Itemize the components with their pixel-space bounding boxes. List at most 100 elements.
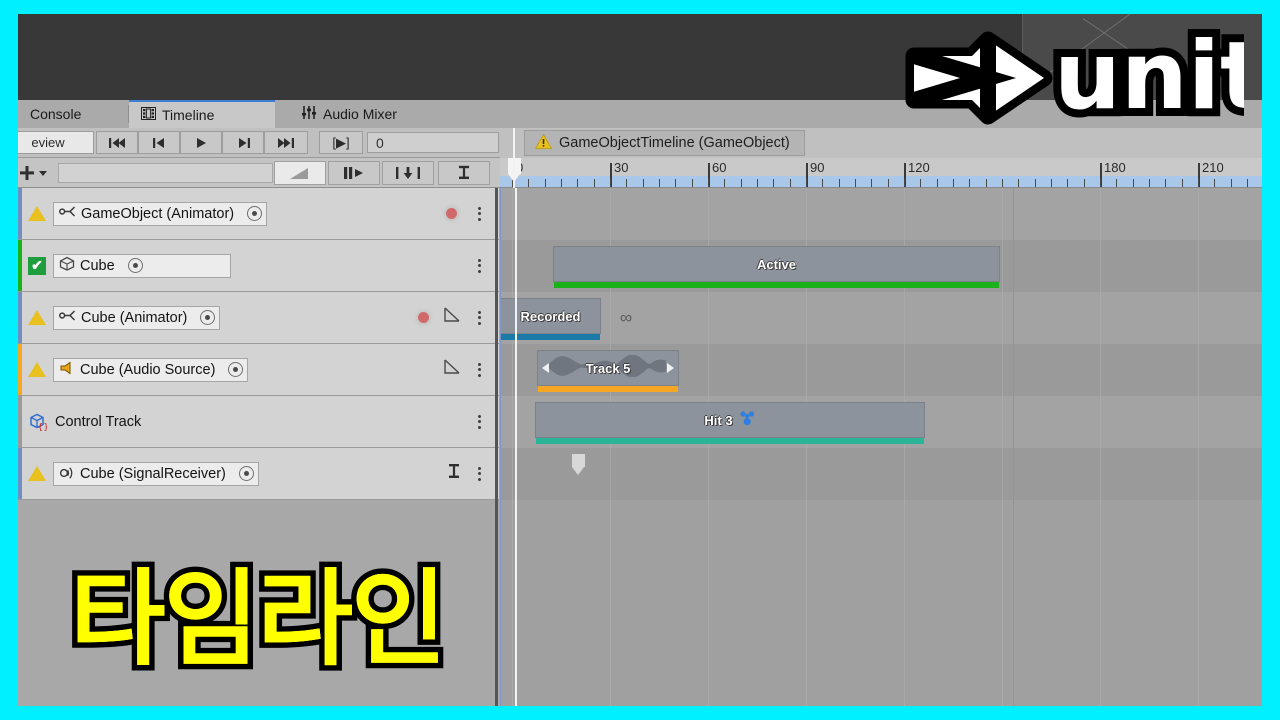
- curves-toggle-button[interactable]: [274, 161, 326, 185]
- cube-icon: [59, 256, 75, 275]
- track-search-input[interactable]: [58, 163, 273, 183]
- unity-editor-window: Console Timeline Audio Mixer eview [▶] 0…: [18, 14, 1262, 706]
- track-name-field[interactable]: GameObject (Animator): [53, 201, 268, 226]
- record-button[interactable]: [442, 204, 461, 223]
- target-object-picker[interactable]: [247, 206, 263, 221]
- tab-console-label: Console: [30, 106, 82, 122]
- add-track-button[interactable]: [18, 161, 58, 185]
- previous-frame-button[interactable]: [138, 131, 180, 154]
- ruler-minor-tick: [838, 179, 840, 187]
- track-header-row[interactable]: Cube (SignalReceiver): [18, 448, 499, 500]
- ruler-minor-tick: [887, 179, 889, 187]
- target-object-picker[interactable]: [238, 466, 254, 481]
- next-frame-button[interactable]: [222, 131, 264, 154]
- ruler-minor-tick: [757, 179, 758, 187]
- checkbox-checked-icon[interactable]: ✔: [28, 256, 46, 275]
- ruler-minor-tick: [1067, 179, 1069, 187]
- breadcrumb[interactable]: GameObjectTimeline (GameObject): [524, 130, 805, 156]
- clip-underline-bar: [554, 282, 999, 288]
- record-button[interactable]: [414, 308, 433, 327]
- tab-timeline[interactable]: Timeline: [129, 100, 275, 128]
- go-to-end-button[interactable]: [264, 131, 308, 154]
- ruler-tick-label: 30: [614, 160, 629, 175]
- ruler-minor-tick: [1116, 179, 1118, 187]
- track-options-menu[interactable]: [471, 258, 487, 273]
- track-accent-bar: [18, 240, 22, 291]
- track-header-row[interactable]: ✔ Cube: [18, 240, 499, 292]
- ruler-minor-tick: [577, 179, 579, 187]
- ruler-minor-tick: [1002, 179, 1003, 187]
- lock-pin-button[interactable]: [438, 161, 490, 185]
- track-name-field[interactable]: Cube (Animator): [53, 305, 221, 330]
- timeline-clip[interactable]: Track 5: [537, 350, 679, 392]
- ruler-minor-tick: [642, 179, 644, 187]
- target-object-picker[interactable]: [200, 310, 216, 325]
- ruler-minor-tick: [626, 179, 628, 187]
- track-name-field[interactable]: Cube (Audio Source): [53, 357, 249, 382]
- tab-audio-mixer-label: Audio Mixer: [323, 106, 397, 122]
- track-row-controls: [414, 307, 499, 328]
- track-options-menu[interactable]: [471, 414, 487, 429]
- track-accent-bar: [18, 448, 22, 499]
- timeline-ruler[interactable]: 0306090120180210: [500, 158, 1262, 188]
- target-object-picker[interactable]: [127, 258, 143, 273]
- curves-icon[interactable]: [443, 307, 461, 328]
- unity-logo: unity: [884, 14, 1262, 153]
- warning-triangle-icon: [28, 310, 46, 325]
- ruler-tick-label: 210: [1202, 160, 1224, 175]
- ruler-minor-tick: [855, 179, 856, 187]
- tab-audio-mixer[interactable]: Audio Mixer: [289, 100, 439, 128]
- ruler-minor-tick: [1230, 179, 1232, 187]
- track-options-menu[interactable]: [471, 310, 487, 325]
- preview-button[interactable]: eview: [18, 131, 94, 154]
- ruler-tick-label: 180: [1104, 160, 1126, 175]
- clip-loop-left-arrow[interactable]: [542, 363, 549, 373]
- animator-icon: [59, 308, 76, 327]
- timeline-lane[interactable]: [500, 448, 1262, 500]
- ruler-minor-tick: [561, 179, 562, 187]
- ruler-minor-tick: [969, 179, 971, 187]
- warning-triangle-icon: [534, 133, 553, 153]
- ruler-minor-tick: [1149, 179, 1150, 187]
- panel-white-separator: [515, 188, 517, 706]
- track-header-row[interactable]: {} Control Track: [18, 396, 499, 448]
- track-name-field[interactable]: Cube (SignalReceiver): [53, 461, 259, 486]
- clip-loop-right-arrow[interactable]: [667, 363, 674, 373]
- frame-input[interactable]: 0: [367, 132, 499, 153]
- track-options-menu[interactable]: [471, 206, 487, 221]
- timeline-gridline: [512, 188, 513, 706]
- track-name-field[interactable]: Cube: [53, 253, 231, 278]
- timeline-clip[interactable]: Active: [553, 246, 1000, 288]
- track-options-menu[interactable]: [471, 362, 487, 377]
- playhead-line-secondary: [500, 188, 501, 706]
- track-header-row[interactable]: GameObject (Animator): [18, 188, 499, 240]
- timeline-lane[interactable]: [500, 188, 1262, 240]
- timeline-clip-area[interactable]: Active Recorded Track 5 Hit 3 ∞: [500, 188, 1262, 706]
- frame-all-button[interactable]: [382, 161, 434, 185]
- tab-console[interactable]: Console: [18, 100, 128, 128]
- screenshot-root: Console Timeline Audio Mixer eview [▶] 0…: [0, 0, 1280, 720]
- play-button[interactable]: [180, 131, 222, 154]
- timeline-clip[interactable]: Hit 3: [535, 402, 925, 444]
- curves-icon[interactable]: [443, 359, 461, 380]
- play-range-mode-button[interactable]: [328, 161, 380, 185]
- signal-emitter-marker[interactable]: [572, 454, 585, 475]
- ruler-minor-tick: [528, 179, 530, 187]
- ruler-minor-tick: [675, 179, 677, 187]
- ruler-tick-label: 120: [908, 160, 930, 175]
- ruler-minor-tick: [724, 179, 726, 187]
- track-options-menu[interactable]: [471, 466, 487, 481]
- target-object-picker[interactable]: [228, 362, 244, 377]
- go-to-start-button[interactable]: [96, 131, 138, 154]
- track-header-row[interactable]: Cube (Animator): [18, 292, 499, 344]
- timeline-lane[interactable]: [500, 292, 1262, 344]
- track-header-row[interactable]: Cube (Audio Source): [18, 344, 499, 396]
- warning-triangle-icon: [28, 466, 46, 481]
- clip-label: Active: [756, 256, 797, 272]
- panel-divider[interactable]: [495, 188, 498, 706]
- playhead-line: [1013, 188, 1014, 706]
- play-range-button[interactable]: [▶]: [319, 131, 363, 154]
- pin-icon[interactable]: [447, 463, 461, 485]
- ruler-minor-tick: [1083, 179, 1085, 187]
- clip-label: Recorded: [520, 308, 581, 324]
